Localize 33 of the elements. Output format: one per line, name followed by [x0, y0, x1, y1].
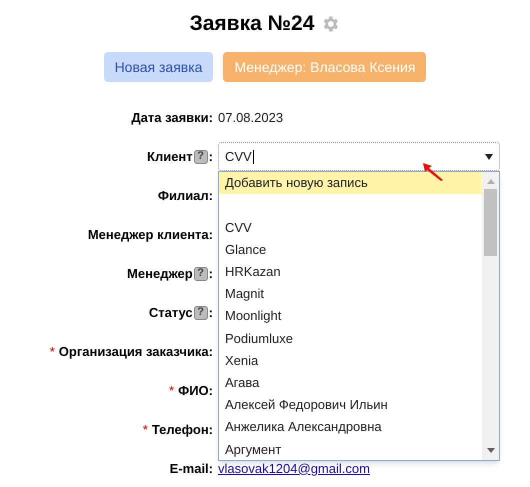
scroll-up-icon[interactable] [486, 179, 494, 184]
arrow-icon [422, 162, 444, 182]
field-label: Менеджер [127, 264, 193, 283]
client-select[interactable]: CVV [218, 142, 500, 171]
required-mark: * [50, 342, 55, 361]
dropdown-option[interactable]: Добавить новую запись [219, 172, 482, 194]
scrollbar[interactable] [482, 172, 499, 460]
field-label: Телефон: [152, 420, 213, 439]
scroll-down-icon[interactable] [486, 448, 494, 453]
field-label: Статус [148, 304, 193, 322]
label-colon: : [208, 148, 213, 166]
help-icon[interactable]: ? [194, 150, 208, 164]
status-badge: Новая заявка [104, 52, 214, 82]
page-title: Заявка №24 [190, 10, 314, 37]
caret-icon [485, 154, 493, 160]
dropdown-option[interactable]: Аргумент [219, 438, 482, 460]
label-colon: : [208, 264, 213, 283]
email-link[interactable]: vlasovak1204@gmail.com [218, 458, 370, 478]
status-badge: Менеджер: Власова Ксения [223, 52, 426, 82]
field-label: Филиал: [158, 186, 213, 205]
field-label: Менеджер клиента: [88, 226, 213, 244]
label-colon: : [208, 304, 213, 322]
field-label: Организация заказчика: [58, 342, 213, 361]
field-value: 07.08.2023 [218, 108, 284, 127]
field-label: Клиент [147, 148, 193, 166]
field-label: Дата заявки: [131, 108, 213, 127]
required-mark: * [169, 382, 174, 400]
help-icon[interactable]: ? [194, 266, 208, 280]
required-mark: * [142, 420, 148, 439]
field-label: E-mail: [170, 460, 213, 478]
field-label: ФИО: [178, 382, 213, 400]
scroll-thumb[interactable] [484, 189, 497, 256]
help-icon[interactable]: ? [194, 306, 208, 320]
